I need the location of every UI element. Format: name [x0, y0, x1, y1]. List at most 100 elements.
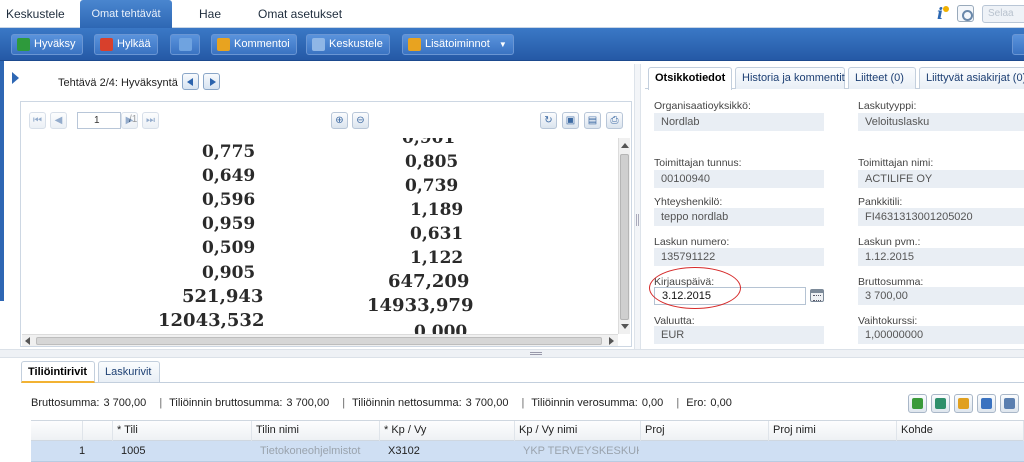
last-page-button[interactable]: ⏭ — [142, 112, 159, 129]
document-value: 0,905 — [202, 263, 256, 283]
comment-button[interactable]: Kommentoi — [211, 34, 297, 55]
cell-proj[interactable] — [645, 441, 769, 461]
scroll-left-icon[interactable] — [25, 337, 30, 345]
attachment-button[interactable] — [170, 34, 200, 55]
next-page-button[interactable]: ▶ — [121, 112, 138, 129]
settings-icon[interactable] — [957, 5, 974, 22]
nav-tab-omat-asetukset[interactable]: Omat asetukset — [252, 0, 348, 28]
chevron-down-icon: ▼ — [498, 40, 507, 49]
bottom-tabs: Tiliöintirivit Laskurivit — [21, 361, 1024, 383]
document-value: 12043,532 — [158, 310, 265, 331]
discuss-button[interactable]: Keskustele — [306, 34, 390, 55]
edit-row-button[interactable] — [954, 394, 973, 413]
tab-liittyvat-asiakirjat[interactable]: Liittyvät asiakirjat (0) — [919, 67, 1024, 89]
column-header-proj-nimi[interactable]: Proj nimi — [769, 421, 897, 441]
summary-value: 0,00 — [641, 397, 664, 409]
bank-account-value: FI4631313001205020 — [858, 208, 1024, 226]
reject-button[interactable]: Hylkää — [94, 34, 158, 55]
delete-row-icon — [1004, 398, 1015, 409]
save-icon: ▤ — [587, 115, 598, 126]
separator: | — [159, 397, 163, 409]
column-header-tili[interactable]: * Tili — [113, 421, 252, 441]
field-label: Organisaatioyksikkö: — [654, 100, 751, 112]
approve-button[interactable]: Hyväksy — [11, 34, 83, 55]
viewer-header: Tehtävä 2/4: Hyväksyntä — [4, 64, 634, 100]
document-value: 521,943 — [182, 286, 264, 307]
tab-liitteet[interactable]: Liitteet (0) — [848, 67, 916, 89]
org-unit-value: Nordlab — [654, 113, 824, 131]
document-value: 0,000 — [414, 322, 468, 334]
column-header-kohde[interactable]: Kohde — [897, 421, 1024, 441]
column-header-tilin-nimi[interactable]: Tilin nimi — [252, 421, 380, 441]
page-number-input[interactable]: 1 — [77, 112, 121, 129]
tab-tilointirivit[interactable]: Tiliöintirivit — [21, 361, 95, 383]
add-row-button[interactable] — [908, 394, 927, 413]
save-rows-button[interactable] — [977, 394, 996, 413]
info-icon[interactable]: i — [931, 5, 949, 23]
approve-icon — [17, 38, 30, 51]
more-actions-icon — [408, 38, 421, 51]
expand-panel-icon[interactable] — [12, 72, 19, 84]
more-actions-button[interactable]: Lisätoiminnot ▼ — [402, 34, 514, 55]
comment-button-label: Kommentoi — [234, 38, 290, 50]
supplier-id-value: 00100940 — [654, 170, 824, 188]
save-button[interactable]: ▤ — [584, 112, 601, 129]
reject-button-label: Hylkää — [117, 38, 151, 50]
vertical-splitter[interactable] — [634, 64, 641, 349]
table-row[interactable]: 1 1005 Tietokoneohjelmistot X3102 YKP TE… — [31, 441, 1024, 462]
summary-value: 3 700,00 — [286, 397, 330, 409]
zoom-in-button[interactable]: ⊕ — [331, 112, 348, 129]
grid-header: * Tili Tilin nimi * Kp / Vy Kp / Vy nimi… — [31, 420, 1024, 441]
print-button[interactable]: ⎙ — [606, 112, 623, 129]
toolbar-overflow-button[interactable] — [1012, 34, 1024, 55]
scroll-thumb[interactable] — [36, 337, 602, 345]
nav-tab-omat-tehtavat[interactable]: Omat tehtävät — [80, 0, 172, 28]
vertical-scrollbar[interactable] — [618, 138, 630, 334]
exchange-rate-value: 1,00000000 — [858, 326, 1024, 344]
horizontal-scrollbar[interactable] — [22, 334, 618, 346]
summary-label: Tiliöinnin bruttosumma: — [169, 397, 283, 409]
first-page-button[interactable]: ⏮ — [29, 112, 46, 129]
attachment-icon — [179, 38, 192, 51]
nav-tab-keskustele[interactable]: Keskustele — [0, 0, 71, 28]
horizontal-splitter[interactable] — [0, 349, 1024, 358]
zoom-out-button[interactable]: ⊖ — [352, 112, 369, 129]
nav-tab-hae[interactable]: Hae — [193, 0, 227, 28]
cell-kohde[interactable] — [901, 441, 1021, 461]
scroll-down-icon[interactable] — [621, 324, 629, 329]
summary-value: 3 700,00 — [103, 397, 147, 409]
summary-label: Tiliöinnin nettosumma: — [352, 397, 462, 409]
tab-otsikkotiedot[interactable]: Otsikkotiedot — [648, 67, 732, 90]
fit-page-button[interactable]: ▣ — [562, 112, 579, 129]
calendar-icon[interactable] — [810, 289, 824, 302]
document-value: 1,122 — [410, 248, 464, 268]
delete-row-button[interactable] — [1000, 394, 1019, 413]
save-rows-icon — [981, 398, 992, 409]
previous-task-button[interactable] — [182, 73, 199, 90]
column-header-proj[interactable]: Proj — [641, 421, 769, 441]
tab-historia-ja-kommentit[interactable]: Historia ja kommentit — [735, 67, 845, 89]
copy-row-button[interactable] — [931, 394, 950, 413]
task-label: Tehtävä 2/4: Hyväksyntä — [58, 77, 178, 89]
cell-index: 1 — [79, 445, 86, 457]
document-value: 14933,979 — [367, 295, 474, 316]
rotate-button[interactable]: ↻ — [540, 112, 557, 129]
last-page-icon: ⏭ — [146, 115, 155, 126]
scroll-right-icon[interactable] — [609, 337, 614, 345]
cell-tili[interactable]: 1005 — [117, 441, 247, 461]
search-input[interactable]: Selaa — [982, 5, 1024, 23]
scroll-up-icon[interactable] — [621, 143, 629, 148]
column-header-kp-vy[interactable]: * Kp / Vy — [380, 421, 515, 441]
tab-laskurivit[interactable]: Laskurivit — [98, 361, 160, 382]
cell-kp-vy[interactable]: X3102 — [384, 441, 514, 461]
column-header-kp-vy-nimi[interactable]: Kp / Vy nimi — [515, 421, 641, 441]
next-task-button[interactable] — [203, 73, 220, 90]
field-label: Laskun numero: — [654, 236, 730, 248]
previous-page-button[interactable]: ◀ — [50, 112, 67, 129]
rotate-icon: ↻ — [544, 115, 553, 126]
discuss-icon — [312, 38, 325, 51]
comment-icon — [217, 38, 230, 51]
column-header-index — [31, 421, 83, 441]
field-label: Toimittajan nimi: — [858, 157, 934, 169]
scroll-thumb[interactable] — [620, 154, 629, 320]
